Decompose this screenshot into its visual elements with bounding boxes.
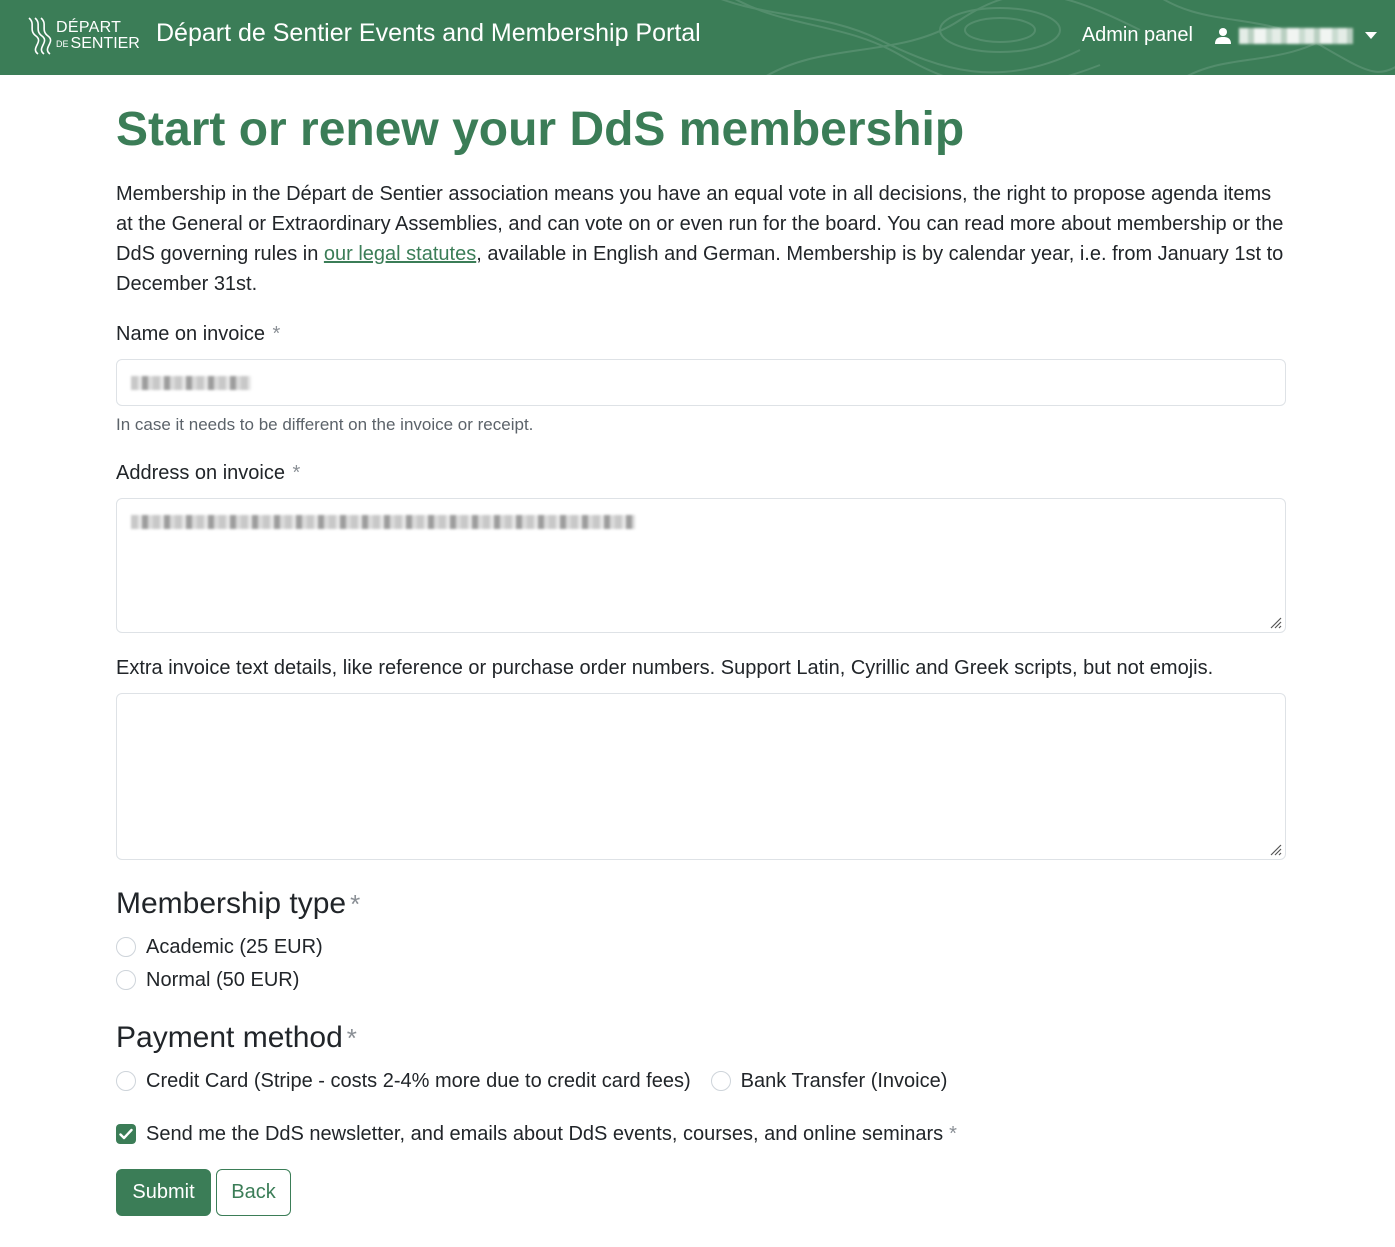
logo-text: DÉPART DE SENTIER — [56, 18, 140, 53]
top-navbar: DÉPART DE SENTIER Départ de Sentier Event… — [0, 0, 1395, 75]
extra-invoice-textarea[interactable] — [116, 693, 1286, 860]
name-value-redacted — [131, 376, 251, 390]
resize-grip-icon[interactable] — [1268, 615, 1282, 629]
payment-option-bank-transfer[interactable]: Bank Transfer (Invoice) — [710, 1068, 947, 1094]
site-title[interactable]: Départ de Sentier Events and Membership … — [156, 19, 701, 48]
submit-button[interactable]: Submit — [116, 1169, 211, 1216]
newsletter-label: Send me the DdS newsletter, and emails a… — [146, 1123, 944, 1145]
legal-statutes-link[interactable]: our legal statutes — [324, 243, 476, 265]
radio-bank-transfer[interactable] — [710, 1071, 731, 1091]
address-textarea[interactable] — [116, 498, 1286, 633]
payment-method-section: Payment method * Credit Card (Stripe - co… — [116, 1020, 1286, 1094]
brand-logo[interactable]: DÉPART DE SENTIER — [26, 16, 140, 56]
name-label: Name on invoice * — [116, 323, 281, 345]
page-title: Start or renew your DdS membership — [116, 103, 965, 156]
radio-credit-card[interactable] — [116, 1071, 136, 1091]
user-name-redacted — [1239, 27, 1353, 44]
intro-paragraph: Membership in the Départ de Sentier asso… — [116, 183, 1284, 295]
required-mark: * — [292, 462, 301, 484]
back-button[interactable]: Back — [216, 1169, 291, 1216]
required-mark: * — [346, 1023, 357, 1053]
dds-logo-icon — [28, 17, 52, 55]
name-input[interactable] — [116, 359, 1286, 406]
payment-option-credit-card[interactable]: Credit Card (Stripe - costs 2-4% more du… — [116, 1068, 691, 1094]
membership-option-academic[interactable]: Academic (25 EUR) — [116, 934, 1286, 960]
address-field-group: Address on invoice * — [116, 460, 1286, 633]
logo-de: DE — [56, 38, 69, 49]
address-label: Address on invoice * — [116, 462, 301, 484]
user-icon — [1215, 27, 1231, 44]
membership-option-normal[interactable]: Normal (50 EUR) — [116, 967, 1286, 993]
required-mark: * — [272, 323, 281, 345]
payment-method-heading: Payment method * — [116, 1021, 357, 1054]
newsletter-checkbox[interactable] — [116, 1124, 136, 1144]
navbar-right: Admin panel — [1082, 24, 1377, 47]
user-menu-toggle[interactable] — [1215, 27, 1377, 45]
check-icon — [119, 1128, 133, 1140]
required-mark: * — [949, 1123, 957, 1145]
newsletter-checkbox-row[interactable]: Send me the DdS newsletter, and emails a… — [116, 1121, 1286, 1147]
radio-normal[interactable] — [116, 970, 136, 990]
main-content: Start or renew your DdS membership Membe… — [116, 75, 1286, 1216]
form-actions: Submit Back — [116, 1169, 1286, 1216]
address-value-redacted — [131, 515, 635, 529]
membership-type-section: Membership type * Academic (25 EUR) Norma… — [116, 886, 1286, 993]
caret-down-icon — [1365, 32, 1377, 39]
name-help-text: In case it needs to be different on the … — [116, 415, 534, 434]
radio-academic[interactable] — [116, 937, 136, 957]
logo-line2: SENTIER — [70, 35, 140, 53]
name-field-group: Name on invoice * In case it needs to be… — [116, 321, 1286, 436]
resize-grip-icon[interactable] — [1268, 842, 1282, 856]
logo-line1: DÉPART — [56, 18, 122, 36]
extra-invoice-label: Extra invoice text details, like referen… — [116, 657, 1214, 679]
admin-panel-link[interactable]: Admin panel — [1082, 24, 1193, 47]
membership-type-heading: Membership type * — [116, 887, 361, 920]
required-mark: * — [350, 889, 361, 919]
